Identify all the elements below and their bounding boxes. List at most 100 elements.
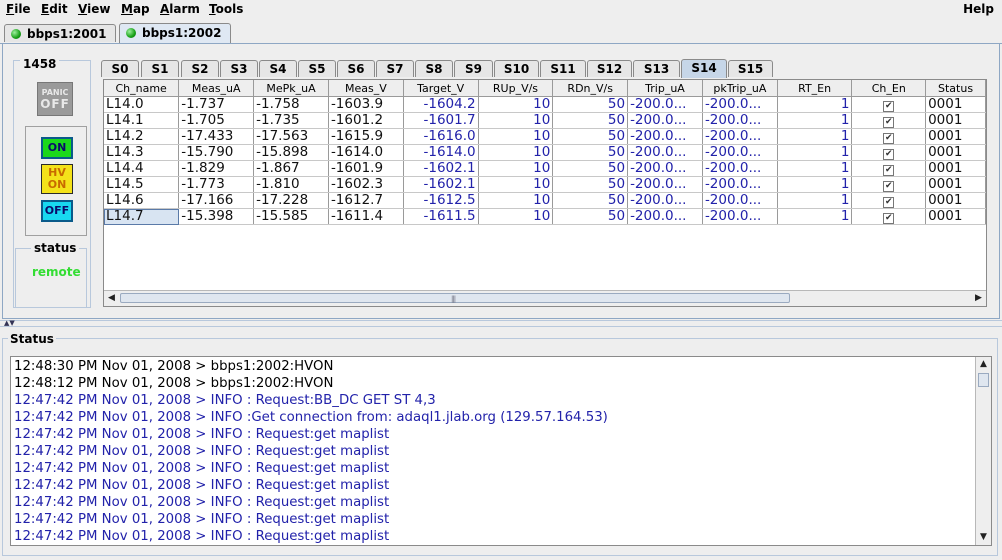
table-cell[interactable]: 10 xyxy=(478,160,554,177)
table-cell[interactable]: -200.0... xyxy=(702,160,778,177)
table-cell[interactable]: 50 xyxy=(552,192,629,209)
table-cell[interactable]: -17.563 xyxy=(253,128,329,145)
on-button[interactable]: ON xyxy=(41,137,73,159)
table-cell[interactable]: -17.166 xyxy=(178,192,255,209)
table-cell[interactable]: ✔ xyxy=(851,144,927,161)
scroll-left-icon[interactable]: ◀ xyxy=(104,291,119,306)
menu-edit[interactable]: Edit xyxy=(41,2,68,16)
tab-connection-2001[interactable]: bbps1:2001 xyxy=(4,24,116,42)
table-row[interactable]: L14.5 -1.773 -1.810 -1602.3 -1602.1 10 50 -200.… xyxy=(104,176,986,193)
column-header[interactable]: Ch_name xyxy=(104,80,180,97)
column-header[interactable]: Meas_V xyxy=(328,80,404,97)
column-header[interactable]: pkTrip_uA xyxy=(702,80,778,97)
table-cell[interactable]: L14.4 xyxy=(104,160,180,177)
table-cell[interactable]: L14.1 xyxy=(104,112,180,129)
panic-off-button[interactable]: PANIC OFF xyxy=(37,82,73,116)
table-cell[interactable]: 0001 xyxy=(925,128,986,145)
table-cell[interactable]: ✔ xyxy=(851,208,927,225)
table-cell[interactable]: -200.0... xyxy=(627,128,703,145)
tab-slot-s7[interactable]: S7 xyxy=(376,60,414,77)
table-cell[interactable]: -1614.0 xyxy=(403,144,479,161)
menu-file[interactable]: File xyxy=(6,2,31,16)
table-cell[interactable]: 50 xyxy=(552,128,629,145)
table-cell[interactable]: -1602.3 xyxy=(328,176,404,193)
table-cell[interactable]: -1611.5 xyxy=(403,208,479,225)
table-cell[interactable]: ✔ xyxy=(851,176,927,193)
table-cell[interactable]: L14.7 xyxy=(104,208,180,225)
table-cell[interactable]: 1 xyxy=(777,208,853,225)
table-row[interactable]: L14.7 -15.398 -15.585 -1611.4 -1611.5 10 50 -20… xyxy=(104,208,986,225)
table-cell[interactable]: -200.0... xyxy=(702,96,778,113)
table-cell[interactable]: -200.0... xyxy=(627,176,703,193)
menu-help[interactable]: Help xyxy=(963,2,994,16)
checkbox-icon[interactable]: ✔ xyxy=(883,133,895,144)
table-cell[interactable]: 1 xyxy=(777,96,853,113)
table-cell[interactable]: L14.6 xyxy=(104,192,180,209)
table-cell[interactable]: -1616.0 xyxy=(403,128,479,145)
column-header[interactable]: Status xyxy=(925,80,986,97)
table-cell[interactable]: 0001 xyxy=(925,192,986,209)
table-cell[interactable]: -17.228 xyxy=(253,192,329,209)
tab-slot-s8[interactable]: S8 xyxy=(415,60,453,77)
table-cell[interactable]: -1615.9 xyxy=(328,128,404,145)
table-cell[interactable]: -1.829 xyxy=(178,160,255,177)
table-cell[interactable]: 50 xyxy=(552,208,629,225)
tab-slot-s3[interactable]: S3 xyxy=(220,60,258,77)
table-cell[interactable]: 0001 xyxy=(925,176,986,193)
table-cell[interactable]: -200.0... xyxy=(627,144,703,161)
table-cell[interactable]: 0001 xyxy=(925,144,986,161)
tab-connection-2002[interactable]: bbps1:2002 xyxy=(119,23,231,43)
table-cell[interactable]: -200.0... xyxy=(627,208,703,225)
scrollbar-thumb[interactable] xyxy=(978,373,989,387)
table-cell[interactable]: 10 xyxy=(478,176,554,193)
table-cell[interactable]: -1603.9 xyxy=(328,96,404,113)
table-cell[interactable]: -200.0... xyxy=(702,112,778,129)
table-cell[interactable]: 10 xyxy=(478,112,554,129)
column-header[interactable]: MePk_uA xyxy=(253,80,329,97)
table-cell[interactable]: -200.0... xyxy=(702,192,778,209)
table-cell[interactable]: 1 xyxy=(777,112,853,129)
hv-on-button[interactable]: HV ON xyxy=(41,164,73,194)
table-cell[interactable]: -1604.2 xyxy=(403,96,479,113)
table-cell[interactable]: 1 xyxy=(777,144,853,161)
table-row[interactable]: L14.4 -1.829 -1.867 -1601.9 -1602.1 10 50 -200.… xyxy=(104,160,986,177)
column-header[interactable]: Target_V xyxy=(403,80,479,97)
table-cell[interactable]: L14.0 xyxy=(104,96,180,113)
tab-slot-s12[interactable]: S12 xyxy=(587,60,632,77)
checkbox-icon[interactable]: ✔ xyxy=(883,213,895,224)
table-cell[interactable]: -200.0... xyxy=(702,128,778,145)
table-cell[interactable]: -200.0... xyxy=(702,208,778,225)
divider-arrows-icon[interactable]: ▲▼ xyxy=(4,319,15,327)
tab-slot-s10[interactable]: S10 xyxy=(494,60,539,77)
menu-map[interactable]: Map xyxy=(121,2,150,16)
log-area[interactable]: ▲ ▼ 12:48:30 PM Nov 01, 2008 > bbps1:200… xyxy=(10,356,992,546)
table-cell[interactable]: -200.0... xyxy=(627,192,703,209)
table-cell[interactable]: -15.790 xyxy=(178,144,255,161)
table-cell[interactable]: L14.5 xyxy=(104,176,180,193)
table-cell[interactable]: -15.585 xyxy=(253,208,329,225)
tab-slot-s0[interactable]: S0 xyxy=(101,60,139,77)
table-cell[interactable]: L14.3 xyxy=(104,144,180,161)
column-header[interactable]: Meas_uA xyxy=(178,80,255,97)
tab-slot-s5[interactable]: S5 xyxy=(298,60,336,77)
vertical-scrollbar[interactable]: ▲ ▼ xyxy=(975,357,991,545)
column-header[interactable]: RUp_V/s xyxy=(478,80,554,97)
table-cell[interactable]: 10 xyxy=(478,128,554,145)
table-row[interactable]: L14.6 -17.166 -17.228 -1612.7 -1612.5 10 50 -20… xyxy=(104,192,986,209)
table-cell[interactable]: 0001 xyxy=(925,160,986,177)
menu-alarm[interactable]: Alarm xyxy=(160,2,200,16)
column-header[interactable]: Ch_En xyxy=(851,80,927,97)
table-cell[interactable]: -200.0... xyxy=(627,160,703,177)
scrollbar-thumb[interactable]: ||| xyxy=(120,293,790,303)
checkbox-icon[interactable]: ✔ xyxy=(883,117,895,128)
table-cell[interactable]: -15.398 xyxy=(178,208,255,225)
tab-slot-s15[interactable]: S15 xyxy=(728,60,773,77)
table-cell[interactable]: 50 xyxy=(552,176,629,193)
tab-slot-s6[interactable]: S6 xyxy=(337,60,375,77)
table-cell[interactable]: -200.0... xyxy=(627,112,703,129)
split-divider[interactable]: ▲▼ xyxy=(0,319,1002,327)
table-cell[interactable]: -1602.1 xyxy=(403,160,479,177)
table-cell[interactable]: 0001 xyxy=(925,96,986,113)
table-cell[interactable]: -1611.4 xyxy=(328,208,404,225)
table-cell[interactable]: -1.810 xyxy=(253,176,329,193)
